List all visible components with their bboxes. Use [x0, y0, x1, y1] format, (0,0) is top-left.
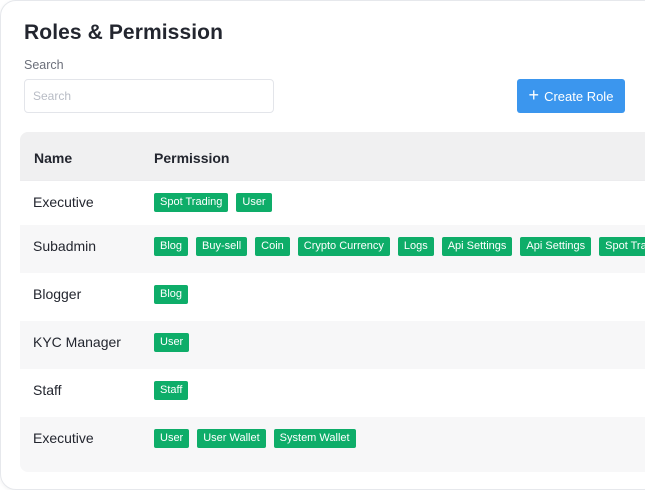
permission-badge: User [154, 429, 190, 448]
plus-icon: + [528, 85, 540, 105]
column-header-permission: Permission [154, 150, 230, 166]
permission-badge: Spot Trading [599, 237, 645, 256]
permission-list: Staff [154, 381, 189, 400]
roles-table: Name Permission Executive Spot Trading Use… [20, 132, 645, 472]
permission-badge: Buy-sell [196, 237, 248, 256]
permission-list: Blog [154, 285, 189, 304]
role-name: Blogger [33, 286, 82, 302]
search-input[interactable] [24, 79, 274, 113]
permission-badge: Blog [154, 285, 189, 304]
table-header: Name Permission [20, 132, 645, 181]
permission-badge: Coin [255, 237, 290, 256]
permission-badge: User [236, 193, 272, 212]
role-name: KYC Manager [33, 334, 121, 350]
role-name: Subadmin [33, 238, 97, 254]
role-name: Executive [33, 194, 94, 210]
role-name: Executive [33, 430, 94, 446]
permission-list: Spot Trading User [154, 193, 272, 212]
permission-badge: System Wallet [273, 429, 356, 448]
permission-badge: Spot Trading [154, 193, 229, 212]
create-role-label: Create Role [544, 88, 614, 104]
permission-list: Blog Buy-sell Coin Crypto Currency Logs Api S… [154, 237, 645, 256]
table-row[interactable]: Executive User User Wallet System Wallet [20, 417, 645, 465]
column-header-name: Name [34, 150, 73, 166]
search-label: Search [24, 58, 64, 72]
permission-list: User [154, 333, 190, 352]
permission-badge: Crypto Currency [297, 237, 390, 256]
permission-list: User User Wallet System Wallet [154, 429, 356, 448]
permission-badge: Api Settings [520, 237, 592, 256]
permission-badge: Blog [154, 237, 189, 256]
permission-badge: User Wallet [197, 429, 266, 448]
table-row[interactable]: KYC Manager User [20, 321, 645, 369]
table-row[interactable]: Blogger Blog [20, 273, 645, 321]
permission-badge: Api Settings [441, 237, 513, 256]
table-row[interactable]: Staff Staff [20, 369, 645, 417]
table-row[interactable]: Subadmin Blog Buy-sell Coin Crypto Currency L… [20, 225, 645, 273]
create-role-button[interactable]: + Create Role [517, 79, 625, 113]
page-title: Roles & Permission [24, 21, 224, 44]
roles-panel: Roles & Permission Search + Create Role … [0, 0, 645, 490]
permission-badge: Staff [154, 381, 189, 400]
table-row[interactable]: Executive Spot Trading User [20, 181, 645, 225]
permission-badge: Logs [397, 237, 434, 256]
role-name: Staff [33, 382, 62, 398]
permission-badge: User [154, 333, 190, 352]
